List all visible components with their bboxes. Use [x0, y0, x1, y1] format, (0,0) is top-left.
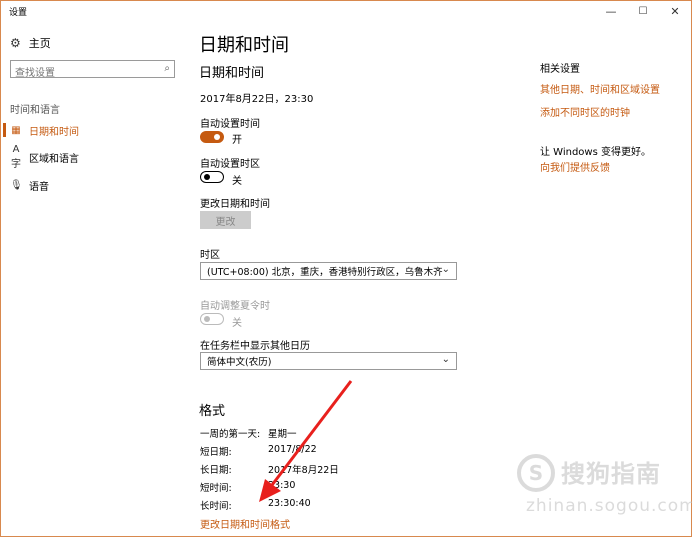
annotation-arrow [259, 380, 353, 502]
